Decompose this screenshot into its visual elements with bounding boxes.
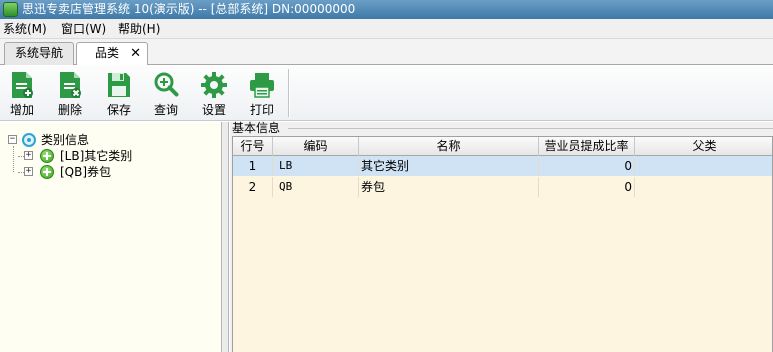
column-header[interactable]: 名称 [359,137,539,156]
name-cell[interactable]: 其它类别 [359,156,539,176]
delete-button[interactable]: 删除 [48,67,92,119]
code-cell[interactable]: LB [273,156,359,176]
category-node-icon [40,165,54,179]
category-tree: − 类别信息 + [LB]其它类别 + [QB]券包 [0,122,222,352]
add-label: 增加 [9,103,34,117]
group-divider [288,128,773,129]
category-root-icon [22,133,36,147]
settings-label: 设置 [201,103,226,117]
menu-bar: 系统(M) 窗口(W) 帮助(H) [0,19,773,39]
rate-cell[interactable]: 0 [539,177,635,197]
query-button[interactable]: 查询 [144,67,188,119]
search-icon [154,72,179,97]
tree-connector [13,146,14,172]
column-header[interactable]: 编码 [273,137,359,156]
collapse-icon[interactable]: − [8,135,17,144]
print-button[interactable]: 打印 [240,67,284,119]
save-icon [108,73,130,97]
toolbar-separator [288,69,290,117]
window-title: 思迅专卖店管理系统 10(演示版) -- [总部系统] DN:00000000 [22,2,356,16]
tab-label: 品类 [95,46,120,60]
menu-window[interactable]: 窗口(W) [61,21,106,37]
tab-bar: 系统导航 品类 ✕ [0,39,773,66]
save-label: 保存 [106,103,131,117]
grid-header: 行号 编码 名称 营业员提成比率 父类 [233,137,772,156]
expand-icon[interactable]: + [24,167,33,176]
tree-node-label: 类别信息 [41,133,90,147]
row-number-cell: 1 [233,156,273,176]
row-number-cell: 2 [233,177,273,197]
gear-icon [201,72,227,98]
table-row[interactable]: 2 QB 券包 0 [233,177,772,197]
tab-category[interactable]: 品类 ✕ [76,42,148,66]
print-label: 打印 [249,103,274,117]
table-row[interactable]: 1 LB 其它类别 0 [233,156,772,176]
category-grid: 行号 编码 名称 营业员提成比率 父类 1 LB 其它类别 0 2 QB 券包 … [232,136,773,352]
column-header[interactable]: 营业员提成比率 [539,137,635,156]
tab-label: 系统导航 [15,46,64,60]
category-node-icon [40,149,54,163]
query-label: 查询 [153,103,178,117]
parent-cell[interactable] [635,156,772,176]
tab-system-nav[interactable]: 系统导航 [4,42,74,65]
panel-splitter[interactable] [222,122,229,352]
column-header[interactable]: 行号 [233,137,273,156]
add-document-icon [12,72,33,98]
rate-cell[interactable]: 0 [539,156,635,176]
expand-icon[interactable]: + [24,151,33,160]
printer-icon [250,73,274,98]
settings-button[interactable]: 设置 [192,67,236,119]
group-title: 基本信息 [232,121,283,135]
tree-node-label: [LB]其它类别 [60,149,133,163]
name-cell[interactable]: 券包 [359,177,539,197]
toolbar: 增加 删除 保存 查询 设置 打印 [0,65,773,121]
delete-document-icon [60,72,81,98]
basic-info-panel: 基本信息 行号 编码 名称 营业员提成比率 父类 1 LB 其它类别 0 2 Q… [230,122,773,352]
code-cell[interactable]: QB [273,177,359,197]
tree-node-label: [QB]券包 [60,165,112,179]
close-icon[interactable]: ✕ [130,43,141,64]
parent-cell[interactable] [635,177,772,197]
title-bar: 思迅专卖店管理系统 10(演示版) -- [总部系统] DN:00000000 [0,0,773,19]
menu-system[interactable]: 系统(M) [3,21,47,37]
app-icon [3,2,18,17]
save-button[interactable]: 保存 [97,67,141,119]
delete-label: 删除 [57,103,82,117]
column-header[interactable]: 父类 [635,137,772,156]
menu-help[interactable]: 帮助(H) [118,21,160,37]
add-button[interactable]: 增加 [0,67,44,119]
